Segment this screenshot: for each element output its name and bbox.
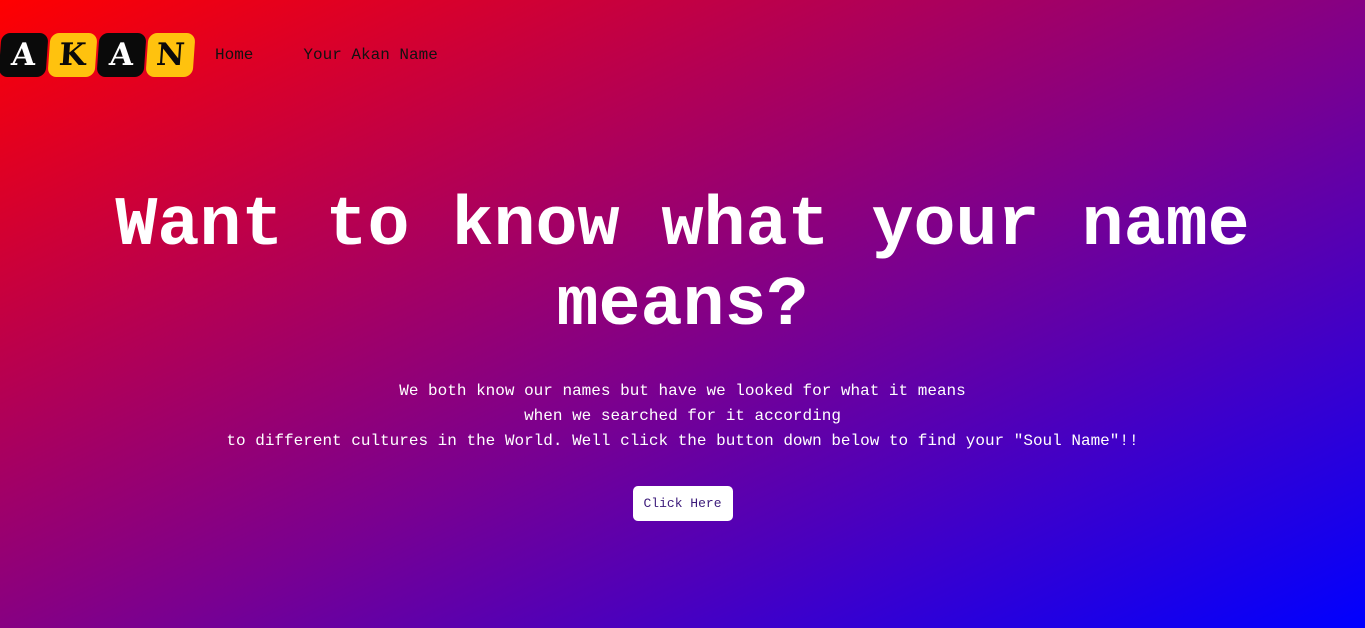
hero-paragraph-line-3: to different cultures in the World. Well… — [226, 432, 1139, 450]
logo-letter-k: K — [47, 32, 98, 77]
hero-headline: Want to know what your name means? — [115, 187, 1250, 346]
nav-akan-name-link[interactable]: Your Akan Name — [303, 46, 437, 64]
logo-letter-a-second: A — [96, 32, 147, 77]
navbar: A K A N Home Your Akan Name — [0, 32, 488, 77]
nav-links: Home Your Akan Name — [215, 46, 488, 64]
logo-letter-n: N — [145, 32, 196, 77]
hero-section: Want to know what your name means? We bo… — [0, 187, 1365, 521]
hero-paragraph-line-2: when we searched for it according — [524, 407, 841, 425]
hero-paragraph-line-1: We both know our names but have we looke… — [399, 382, 966, 400]
nav-home-link[interactable]: Home — [215, 46, 253, 64]
hero-paragraph: We both know our names but have we looke… — [0, 379, 1365, 454]
logo-letter-a: A — [0, 32, 49, 77]
akan-logo[interactable]: A K A N — [0, 32, 196, 77]
click-here-button[interactable]: Click Here — [632, 486, 733, 521]
